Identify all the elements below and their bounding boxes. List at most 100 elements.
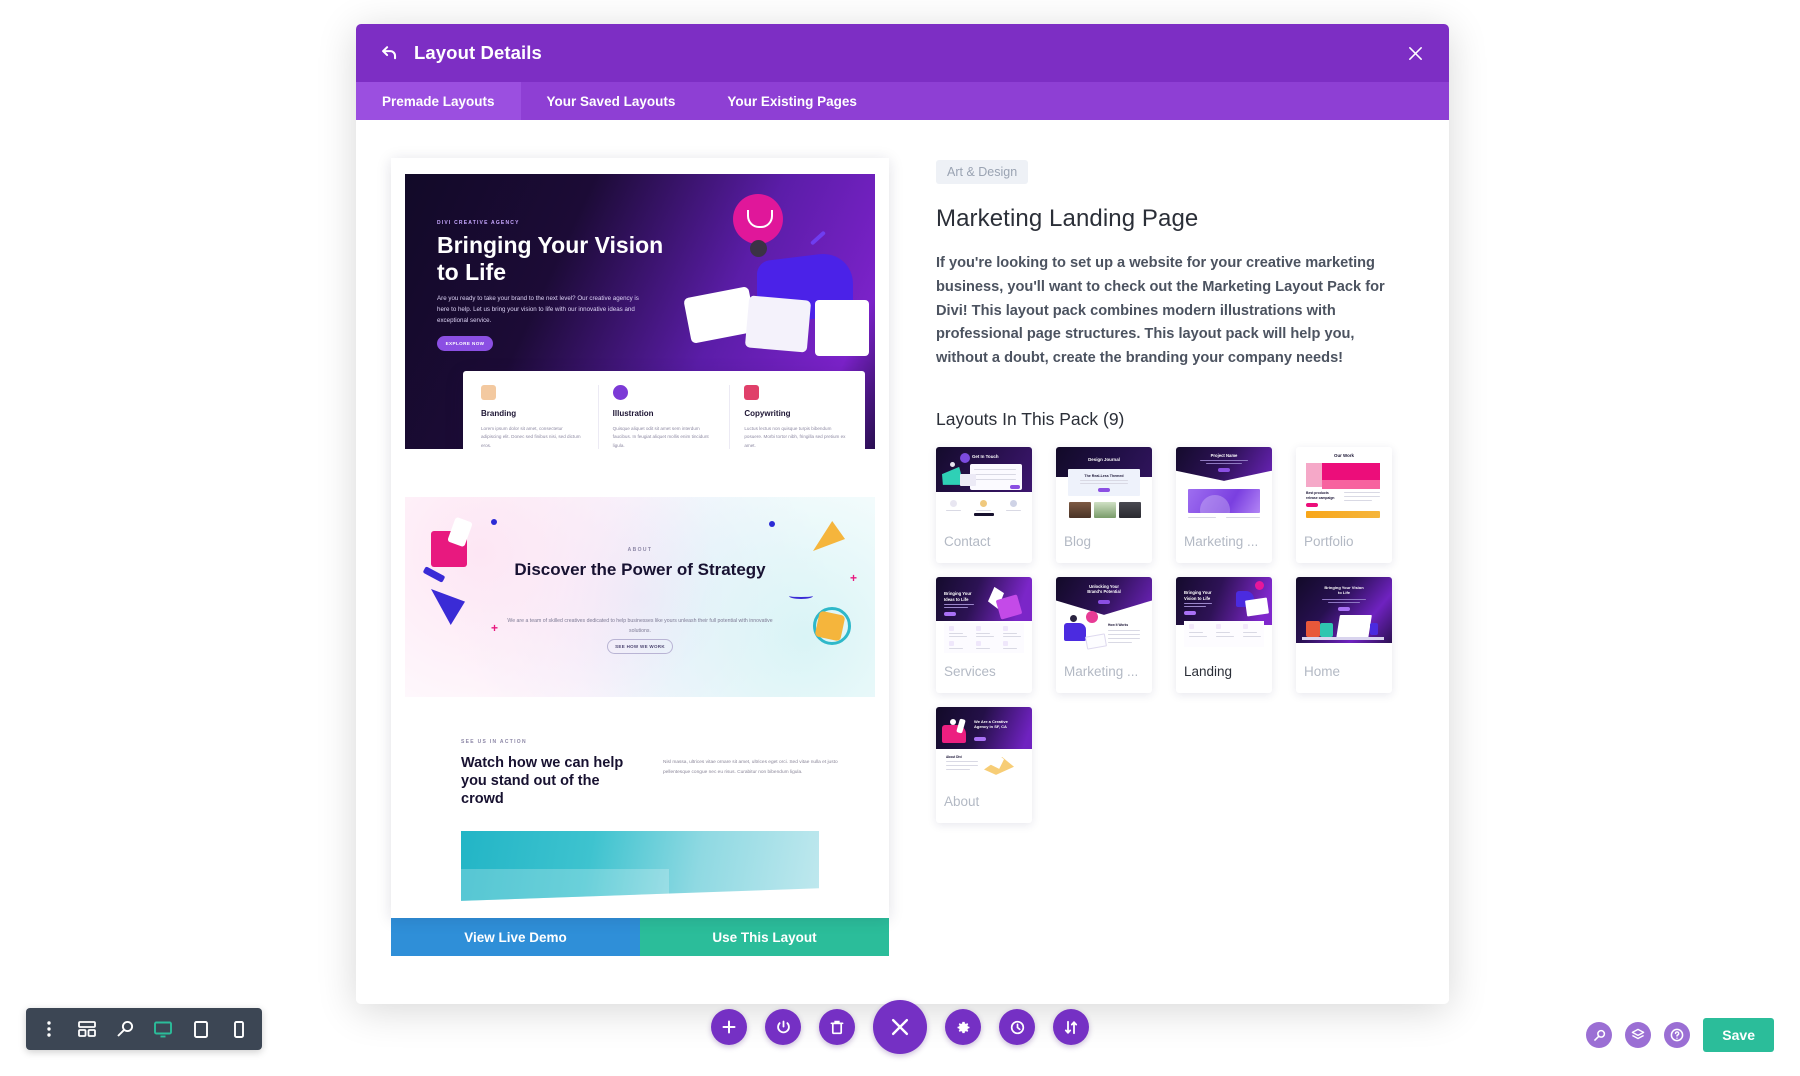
illustration-person bbox=[750, 240, 767, 257]
sort-icon[interactable] bbox=[1053, 1009, 1089, 1045]
hero-cta-button[interactable]: EXPLORE NOW bbox=[437, 336, 493, 351]
feature-desc: Luctus lectus non quisque turpis bibendu… bbox=[744, 426, 846, 448]
phone-icon[interactable] bbox=[220, 1008, 258, 1050]
view-mode-toolbar bbox=[26, 1008, 262, 1050]
decorative-shape bbox=[789, 593, 813, 599]
layout-card-services[interactable]: Bringing Your Ideas to Life Services bbox=[936, 576, 1032, 693]
about-paragraph: We are a team of skilled creatives dedic… bbox=[507, 618, 773, 634]
decorative-shape bbox=[814, 610, 846, 642]
decorative-shape bbox=[431, 589, 465, 625]
wireframe-icon[interactable] bbox=[68, 1008, 106, 1050]
plus-icon[interactable] bbox=[711, 1009, 747, 1045]
gear-icon[interactable] bbox=[945, 1009, 981, 1045]
decorative-plus: + bbox=[849, 571, 857, 585]
layout-card-about[interactable]: We Are a Creative Agency in SF, CA About … bbox=[936, 706, 1032, 823]
about-title: Discover the Power of Strategy bbox=[514, 560, 766, 579]
tab-your-existing-pages[interactable]: Your Existing Pages bbox=[701, 82, 883, 120]
layout-card-label: Contact bbox=[944, 533, 991, 549]
power-icon[interactable] bbox=[765, 1009, 801, 1045]
layout-card-contact[interactable]: Get In Touch Contact bbox=[936, 446, 1032, 563]
about-cta-button[interactable]: SEE HOW WE WORK bbox=[607, 639, 673, 654]
layout-card-portfolio[interactable]: Our Work Best products release campaign P… bbox=[1296, 446, 1392, 563]
feature-title: Branding bbox=[481, 409, 517, 418]
copywriting-icon bbox=[744, 385, 760, 400]
layout-card-label: Marketing ... bbox=[1064, 663, 1139, 679]
layout-details-column: Art & Design Marketing Landing Page If y… bbox=[890, 158, 1403, 1004]
trash-icon[interactable] bbox=[819, 1009, 855, 1045]
decorative-plus: + bbox=[491, 621, 499, 635]
layout-thumbnail: Unlocking Your Brand's Potential How It W… bbox=[1056, 576, 1152, 655]
layout-preview-column: DIVI CREATIVE AGENCY Bringing Your Visio… bbox=[390, 158, 890, 1004]
layout-card-landing[interactable]: Bringing Your Vision to Life Landing bbox=[1176, 576, 1272, 693]
save-button[interactable]: Save bbox=[1703, 1018, 1774, 1052]
layout-card-label: About bbox=[944, 793, 980, 809]
tab-premade-layouts[interactable]: Premade Layouts bbox=[356, 82, 521, 120]
illustration-icon bbox=[612, 385, 628, 400]
layout-thumbnail: Design Journal The Real-Less Themed bbox=[1056, 446, 1152, 525]
feature-title: Copywriting bbox=[744, 409, 791, 418]
tab-label: Your Existing Pages bbox=[727, 93, 857, 109]
close-x-icon[interactable] bbox=[873, 1000, 927, 1054]
layout-thumbnail: Get In Touch bbox=[936, 446, 1032, 525]
page-title: Layout Details bbox=[414, 42, 542, 63]
layout-card-label: Home bbox=[1304, 663, 1341, 679]
illustration-paper bbox=[744, 295, 812, 353]
feature-desc: Lorem ipsum dolor sit amet, consectetur … bbox=[481, 426, 581, 448]
layout-card-label: Landing bbox=[1184, 663, 1233, 679]
builder-center-toolbar bbox=[711, 1000, 1089, 1054]
category-badge[interactable]: Art & Design bbox=[936, 160, 1029, 184]
branding-icon bbox=[481, 385, 496, 400]
modal-tabs: Premade Layouts Your Saved Layouts Your … bbox=[356, 82, 1449, 120]
layout-thumbnail: Our Work Best products release campaign bbox=[1296, 446, 1392, 525]
dots-vertical-icon[interactable] bbox=[30, 1008, 68, 1050]
layout-card-marketing-unlocking[interactable]: Unlocking Your Brand's Potential How It W… bbox=[1056, 576, 1152, 693]
layout-thumbnail: Bringing Your Ideas to Life bbox=[936, 576, 1032, 655]
hero-paragraph: Are you ready to take your brand to the … bbox=[437, 295, 639, 324]
tab-label: Your Saved Layouts bbox=[546, 93, 676, 109]
preview-action-buttons: View Live Demo Use This Layout bbox=[391, 918, 889, 956]
zoom-out-icon[interactable] bbox=[106, 1008, 144, 1050]
layers-icon[interactable] bbox=[1625, 1022, 1652, 1048]
hero-title: Bringing Your Vision to Life bbox=[437, 232, 664, 285]
about-eyebrow: ABOUT bbox=[627, 547, 653, 553]
preview-video-section: SEE US IN ACTION Watch how we can help y… bbox=[405, 739, 875, 901]
video-title: Watch how we can help you stand out of t… bbox=[461, 755, 624, 807]
layout-card-marketing-project[interactable]: Project Name Marketing ... bbox=[1176, 446, 1272, 563]
layout-thumbnail: Bringing Your Vision to Life bbox=[1176, 576, 1272, 655]
close-icon[interactable] bbox=[1403, 41, 1427, 65]
layout-card-label: Services bbox=[944, 663, 996, 679]
layout-card-home[interactable]: Bringing Your Vision to Life Home bbox=[1296, 576, 1392, 693]
layout-preview-frame[interactable]: DIVI CREATIVE AGENCY Bringing Your Visio… bbox=[391, 158, 889, 918]
video-media bbox=[461, 830, 819, 901]
help-icon[interactable] bbox=[1664, 1022, 1691, 1048]
decorative-bubble-icon bbox=[733, 194, 783, 244]
hero-eyebrow: DIVI CREATIVE AGENCY bbox=[437, 220, 520, 226]
decorative-dot bbox=[769, 521, 775, 527]
decorative-shape bbox=[422, 566, 446, 583]
feature-card: Branding Lorem ipsum dolor sit amet, con… bbox=[467, 385, 599, 449]
preview-hero-section: DIVI CREATIVE AGENCY Bringing Your Visio… bbox=[405, 174, 875, 449]
desktop-icon[interactable] bbox=[144, 1008, 182, 1050]
tab-label: Premade Layouts bbox=[382, 93, 495, 109]
feature-desc: Quisque aliquet odit sit amet sem interd… bbox=[612, 426, 709, 448]
layout-preview-content: DIVI CREATIVE AGENCY Bringing Your Visio… bbox=[391, 158, 889, 901]
video-eyebrow: SEE US IN ACTION bbox=[461, 739, 527, 745]
feature-card: Copywriting Luctus lectus non quisque tu… bbox=[730, 385, 861, 449]
layouts-in-pack-heading: Layouts In This Pack (9) bbox=[936, 408, 1125, 429]
use-this-layout-button[interactable]: Use This Layout bbox=[640, 918, 889, 956]
tablet-icon[interactable] bbox=[182, 1008, 220, 1050]
layout-thumbnail: Bringing Your Vision to Life bbox=[1296, 576, 1392, 655]
layout-thumbnail: We Are a Creative Agency in SF, CA About … bbox=[936, 706, 1032, 785]
search-icon[interactable] bbox=[1586, 1022, 1613, 1048]
decorative-shape bbox=[813, 521, 845, 551]
view-live-demo-button[interactable]: View Live Demo bbox=[391, 918, 640, 956]
back-arrow-icon[interactable] bbox=[378, 42, 400, 64]
feature-title: Illustration bbox=[612, 409, 654, 418]
layout-thumbnail: Project Name bbox=[1176, 446, 1272, 525]
tab-your-saved-layouts[interactable]: Your Saved Layouts bbox=[521, 82, 702, 120]
layout-card-blog[interactable]: Design Journal The Real-Less Themed Blog bbox=[1056, 446, 1152, 563]
pack-title: Marketing Landing Page bbox=[936, 205, 1199, 232]
modal-body: DIVI CREATIVE AGENCY Bringing Your Visio… bbox=[356, 120, 1449, 1004]
layout-card-label: Blog bbox=[1064, 533, 1092, 549]
history-icon[interactable] bbox=[999, 1009, 1035, 1045]
